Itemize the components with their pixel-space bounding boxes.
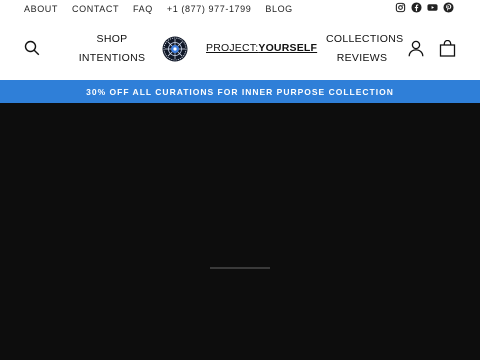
youtube-icon[interactable] xyxy=(427,2,438,13)
logo-prefix: PROJECT: xyxy=(206,42,259,54)
contact-link[interactable]: CONTACT xyxy=(72,4,119,14)
social-links xyxy=(395,2,454,13)
phone-link[interactable]: +1 (877) 977-1799 xyxy=(167,4,252,14)
pinterest-icon[interactable] xyxy=(443,2,454,13)
search-icon[interactable] xyxy=(24,40,40,56)
account-icon[interactable] xyxy=(408,40,424,57)
announcement-bar[interactable]: 30% OFF ALL CURATIONS FOR INNER PURPOSE … xyxy=(0,80,480,103)
instagram-icon[interactable] xyxy=(395,2,406,13)
main-nav-right: COLLECTIONS REVIEWS xyxy=(326,30,403,68)
site-header: SHOP INTENTIONS PROJECT:YOURSELF COLLECT… xyxy=(0,17,480,80)
logo-bold: YOURSELF xyxy=(258,42,318,54)
about-link[interactable]: ABOUT xyxy=(24,4,58,14)
site-logo[interactable]: PROJECT:YOURSELF xyxy=(206,42,317,54)
utility-links: ABOUT CONTACT FAQ +1 (877) 977-1799 BLOG xyxy=(24,4,307,14)
nav-reviews[interactable]: REVIEWS xyxy=(326,49,398,68)
nav-collections[interactable]: COLLECTIONS xyxy=(326,30,403,49)
loading-bar xyxy=(210,267,270,269)
hero-section xyxy=(0,103,480,360)
main-nav-left: SHOP INTENTIONS xyxy=(76,30,148,67)
facebook-icon[interactable] xyxy=(411,2,422,13)
nav-intentions[interactable]: INTENTIONS xyxy=(76,49,148,68)
utility-bar: ABOUT CONTACT FAQ +1 (877) 977-1799 BLOG xyxy=(0,0,480,17)
nav-shop[interactable]: SHOP xyxy=(76,30,148,49)
blog-link[interactable]: BLOG xyxy=(265,4,292,14)
faq-link[interactable]: FAQ xyxy=(133,4,153,14)
logo-mandala-icon[interactable] xyxy=(162,36,188,62)
cart-icon[interactable] xyxy=(439,39,456,57)
announcement-text: 30% OFF ALL CURATIONS FOR INNER PURPOSE … xyxy=(86,86,394,97)
